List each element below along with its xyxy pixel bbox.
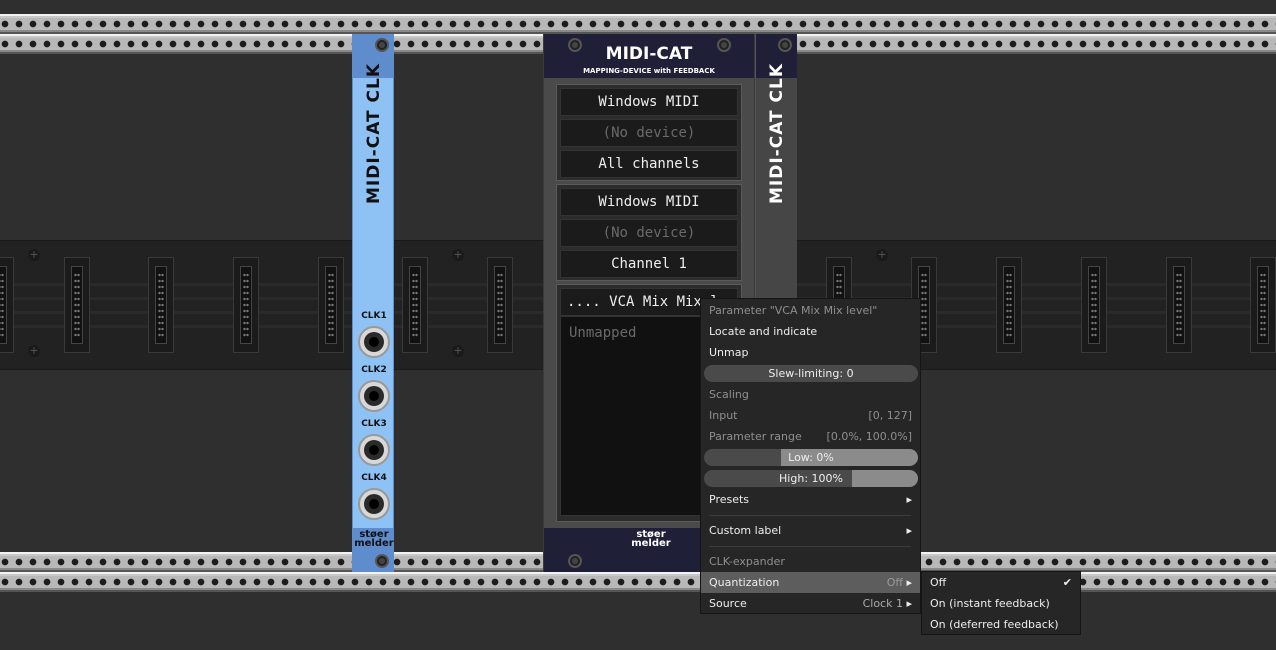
input-device-select[interactable]: (No device) <box>560 119 738 147</box>
checkmark-icon: ✔ <box>1062 576 1072 589</box>
clk1-output-jack[interactable] <box>358 326 390 358</box>
brand-logo: støer melder <box>354 529 394 549</box>
ribbon-connector <box>402 257 428 353</box>
rack-rail-bottom-2 <box>0 572 1276 592</box>
brand-logo: støer melder <box>631 529 671 549</box>
module-title: MIDI-CAT CLK <box>364 62 384 204</box>
low-slider[interactable]: Low: 0% <box>704 449 918 466</box>
menu-header: Parameter "VCA Mix Mix level" <box>709 304 878 317</box>
locate-and-indicate-item[interactable]: Locate and indicate <box>701 321 920 342</box>
screw-icon <box>717 38 731 52</box>
parameter-range-row: Parameter range [0.0%, 100.0%] <box>709 430 912 443</box>
ribbon-connector <box>1166 257 1192 353</box>
screw-icon <box>568 554 582 568</box>
ribbon-connector <box>487 257 513 353</box>
module-subtitle: MAPPING-DEVICE with FEEDBACK <box>583 67 715 75</box>
module-title: MIDI-CAT CLK <box>767 62 787 204</box>
plus-icon: + <box>452 248 464 261</box>
plus-icon: + <box>452 344 464 357</box>
ribbon-connector <box>64 257 90 353</box>
presets-item[interactable]: Presets ▸ <box>701 489 920 510</box>
custom-label-item[interactable]: Custom label ▸ <box>701 520 920 541</box>
midi-input-panel: Windows MIDI (No device) All channels <box>556 84 742 181</box>
clk-expander-header: CLK-expander <box>709 555 785 568</box>
ribbon-connector <box>1081 257 1107 353</box>
plus-icon: + <box>876 248 888 261</box>
menu-separator <box>709 546 911 547</box>
unmap-item[interactable]: Unmap <box>701 342 920 363</box>
jack-label: CLK3 <box>361 419 387 429</box>
slew-limiting-slider[interactable]: Slew-limiting: 0 <box>704 365 918 382</box>
high-slider[interactable]: High: 100% <box>704 470 918 487</box>
submenu-arrow-icon: ▸ <box>906 524 912 537</box>
jack-label: CLK2 <box>361 365 387 375</box>
parameter-context-menu: Parameter "VCA Mix Mix level" Locate and… <box>700 298 921 614</box>
clk4-output-jack[interactable] <box>358 488 390 520</box>
input-driver-select[interactable]: Windows MIDI <box>560 88 738 116</box>
ribbon-connector <box>1250 257 1276 353</box>
ribbon-connector <box>0 257 14 353</box>
output-channel-select[interactable]: Channel 1 <box>560 250 738 278</box>
screw-icon <box>375 38 389 52</box>
ribbon-connector <box>233 257 259 353</box>
input-channel-select[interactable]: All channels <box>560 150 738 178</box>
ribbon-connector <box>318 257 344 353</box>
ribbon-connector <box>148 257 174 353</box>
input-range-row: Input [0, 127] <box>709 409 912 422</box>
plus-icon: + <box>28 344 40 357</box>
source-item[interactable]: Source Clock 1 ▸ <box>701 593 920 614</box>
screw-icon <box>568 38 582 52</box>
submenu-arrow-icon: ▸ <box>906 597 912 610</box>
rack-rail-top-1 <box>0 14 1276 34</box>
midi-output-panel: Windows MIDI (No device) Channel 1 <box>556 184 742 281</box>
quantization-option-off[interactable]: Off ✔ <box>922 572 1080 593</box>
clk2-output-jack[interactable] <box>358 380 390 412</box>
unmapped-slot[interactable]: Unmapped <box>569 325 636 341</box>
screw-icon <box>778 38 792 52</box>
jack-label: CLK4 <box>361 473 387 483</box>
submenu-arrow-icon: ▸ <box>906 576 912 589</box>
output-driver-select[interactable]: Windows MIDI <box>560 188 738 216</box>
midi-cat-clk-module[interactable]: MIDI-CAT CLK CLK1 CLK2 CLK3 CLK4 støer m… <box>352 34 394 572</box>
menu-separator <box>709 515 911 516</box>
quantization-item[interactable]: Quantization Off ▸ <box>701 572 920 593</box>
jack-label: CLK1 <box>361 311 387 321</box>
output-device-select[interactable]: (No device) <box>560 219 738 247</box>
plus-icon: + <box>28 248 40 261</box>
clk3-output-jack[interactable] <box>358 434 390 466</box>
scaling-header: Scaling <box>709 388 749 401</box>
quantization-option-instant[interactable]: On (instant feedback) <box>922 593 1080 614</box>
submenu-arrow-icon: ▸ <box>906 493 912 506</box>
quantization-submenu: Off ✔ On (instant feedback) On (deferred … <box>921 571 1081 635</box>
screw-icon <box>375 554 389 568</box>
ribbon-connector <box>996 257 1022 353</box>
quantization-option-deferred[interactable]: On (deferred feedback) <box>922 614 1080 635</box>
